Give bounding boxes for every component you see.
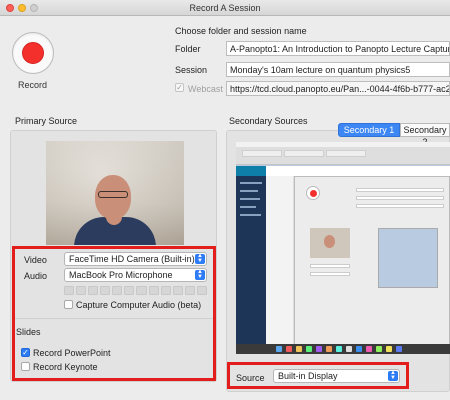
webcast-label: Webcast	[188, 84, 223, 94]
record-dot-icon	[22, 42, 44, 64]
preview-nested-display	[378, 228, 438, 288]
webcast-checkbox[interactable]: ✓	[175, 83, 184, 92]
preview-left-column	[266, 176, 294, 346]
folder-field[interactable]: A-Panopto1: An Introduction to Panopto L…	[226, 41, 450, 56]
title-bar: Record A Session	[0, 0, 450, 16]
preview-nav-line	[240, 182, 262, 184]
video-preview	[46, 141, 184, 245]
session-heading: Choose folder and session name	[175, 26, 307, 36]
preview-sidebar	[236, 166, 266, 346]
preview-field	[356, 204, 444, 208]
preview-field	[310, 272, 350, 276]
preview-field	[310, 264, 350, 268]
window-title: Record A Session	[189, 3, 261, 13]
session-name-input[interactable]: Monday's 10am lecture on quantum physics…	[226, 62, 450, 77]
preview-nav-line	[240, 190, 258, 192]
secondary-sources-title: Secondary Sources	[229, 116, 308, 126]
preview-nav-line	[240, 214, 261, 216]
preview-nav-line	[240, 198, 260, 200]
preview-field	[356, 188, 444, 192]
minimize-window-button[interactable]	[18, 4, 26, 12]
folder-label: Folder	[175, 44, 201, 54]
preview-person-glasses	[98, 191, 128, 198]
preview-browser-tab	[284, 150, 324, 157]
webcast-url-field[interactable]: https://tcd.cloud.panopto.eu/Pan...-0044…	[226, 81, 450, 96]
secondary-preview	[236, 142, 450, 354]
tab-secondary-1[interactable]: Secondary 1	[338, 123, 400, 137]
record-label: Record	[18, 80, 48, 90]
preview-browser-tab	[326, 150, 366, 157]
preview-camera-thumb	[310, 228, 350, 258]
tab-secondary-2[interactable]: Secondary 2	[400, 123, 450, 147]
preview-banner	[236, 166, 266, 176]
session-label: Session	[175, 65, 208, 75]
preview-dock	[236, 344, 450, 354]
highlight-box-secondary	[227, 362, 409, 389]
highlight-box-primary	[12, 246, 216, 381]
maximize-window-button[interactable]	[30, 4, 38, 12]
close-window-button[interactable]	[6, 4, 14, 12]
record-button[interactable]	[12, 32, 54, 74]
preview-field	[356, 196, 444, 200]
preview-record-icon	[306, 186, 320, 200]
preview-nav-line	[240, 206, 256, 208]
preview-browser-tab	[242, 150, 282, 157]
primary-source-title: Primary Source	[15, 116, 78, 126]
